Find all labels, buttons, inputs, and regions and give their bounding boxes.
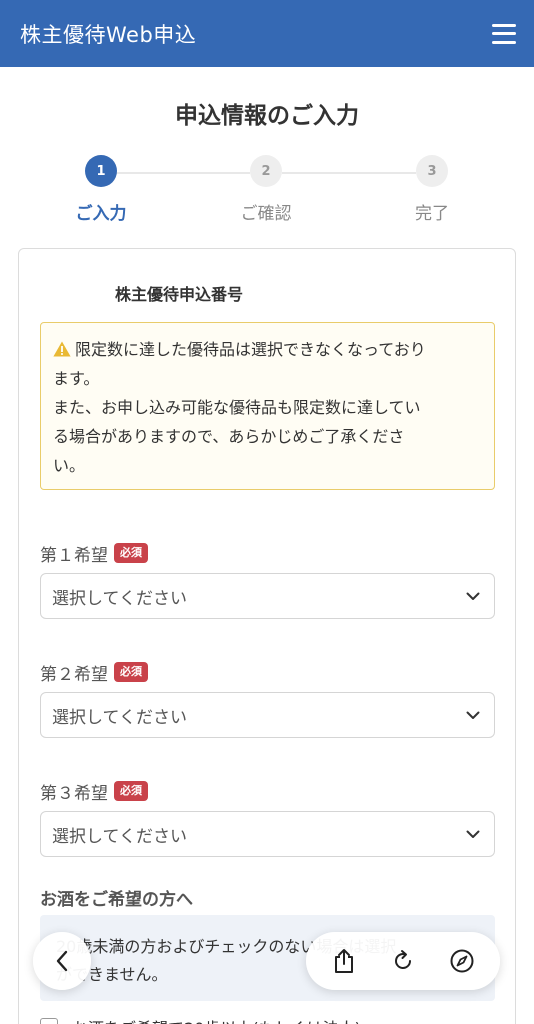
browser-toolbar bbox=[306, 932, 500, 990]
choice-3-field: 第３希望 必須 選択してください bbox=[40, 779, 495, 857]
step-1-number: 1 bbox=[85, 155, 117, 187]
share-button[interactable] bbox=[331, 948, 357, 974]
step-1-label: ご入力 bbox=[75, 204, 127, 224]
step-1: 1 ご入力 bbox=[41, 155, 161, 224]
required-badge: 必須 bbox=[114, 543, 148, 563]
chevron-down-icon bbox=[466, 592, 480, 600]
step-2-number: 2 bbox=[250, 155, 282, 187]
select-placeholder: 選択してください bbox=[52, 707, 187, 728]
step-3-number: 3 bbox=[416, 155, 448, 187]
compass-icon bbox=[450, 949, 474, 973]
step-3-label: 完了 bbox=[415, 204, 449, 224]
share-icon bbox=[334, 949, 353, 973]
select-placeholder: 選択してください bbox=[52, 588, 187, 609]
warning-line: い。 bbox=[53, 456, 86, 475]
app-header: 株主優待Web申込 bbox=[0, 0, 534, 67]
warning-triangle-icon bbox=[53, 341, 71, 357]
choice-2-select[interactable]: 選択してください bbox=[40, 692, 495, 738]
warning-line: また、お申し込み可能な優待品も限定数に達してい bbox=[53, 398, 421, 417]
choice-3-label: 第３希望 bbox=[40, 783, 108, 804]
sake-age-checkbox-row[interactable]: お酒をご希望で20歳以上(もしくは法人) bbox=[40, 1015, 361, 1024]
required-badge: 必須 bbox=[114, 662, 148, 682]
sake-age-checkbox[interactable] bbox=[40, 1018, 58, 1024]
choice-1-field: 第１希望 必須 選択してください bbox=[40, 541, 495, 619]
chevron-down-icon bbox=[466, 830, 480, 838]
reload-button[interactable] bbox=[390, 948, 416, 974]
progress-stepper: 1 ご入力 2 ご確認 3 完了 bbox=[0, 155, 534, 235]
choice-2-label: 第２希望 bbox=[40, 664, 108, 685]
form-card: 株主優待申込番号 限定数に達した優待品は選択できなくなっており ます。 また、お… bbox=[18, 248, 516, 1024]
compass-button[interactable] bbox=[449, 948, 475, 974]
choice-2-field: 第２希望 必須 選択してください bbox=[40, 660, 495, 738]
choice-3-select[interactable]: 選択してください bbox=[40, 811, 495, 857]
required-badge: 必須 bbox=[114, 781, 148, 801]
warning-notice: 限定数に達した優待品は選択できなくなっており ます。 また、お申し込み可能な優待… bbox=[40, 322, 495, 490]
sake-section-title: お酒をご希望の方へ bbox=[40, 890, 193, 910]
select-placeholder: 選択してください bbox=[52, 826, 187, 847]
chevron-down-icon bbox=[466, 711, 480, 719]
back-button[interactable] bbox=[33, 932, 91, 990]
warning-line: る場合がありますので、あらかじめご了承くださ bbox=[53, 427, 405, 446]
page-title: 申込情報のご入力 bbox=[175, 103, 359, 129]
sake-age-checkbox-label: お酒をご希望で20歳以上(もしくは法人) bbox=[72, 1015, 361, 1024]
reload-icon bbox=[394, 950, 411, 969]
choice-1-select[interactable]: 選択してください bbox=[40, 573, 495, 619]
app-title: 株主優待Web申込 bbox=[20, 22, 197, 47]
step-3: 3 完了 bbox=[372, 155, 492, 224]
chevron-left-icon bbox=[56, 950, 68, 972]
section-title: 株主優待申込番号 bbox=[115, 285, 244, 304]
warning-line: ます。 bbox=[53, 369, 100, 388]
step-2: 2 ご確認 bbox=[206, 155, 326, 224]
warning-text: 限定数に達した優待品は選択できなくなっており bbox=[75, 340, 426, 359]
warning-line: 限定数に達した優待品は選択できなくなっており bbox=[53, 335, 482, 364]
hamburger-icon[interactable] bbox=[492, 23, 516, 44]
choice-1-label: 第１希望 bbox=[40, 545, 108, 566]
step-2-label: ご確認 bbox=[240, 204, 292, 224]
